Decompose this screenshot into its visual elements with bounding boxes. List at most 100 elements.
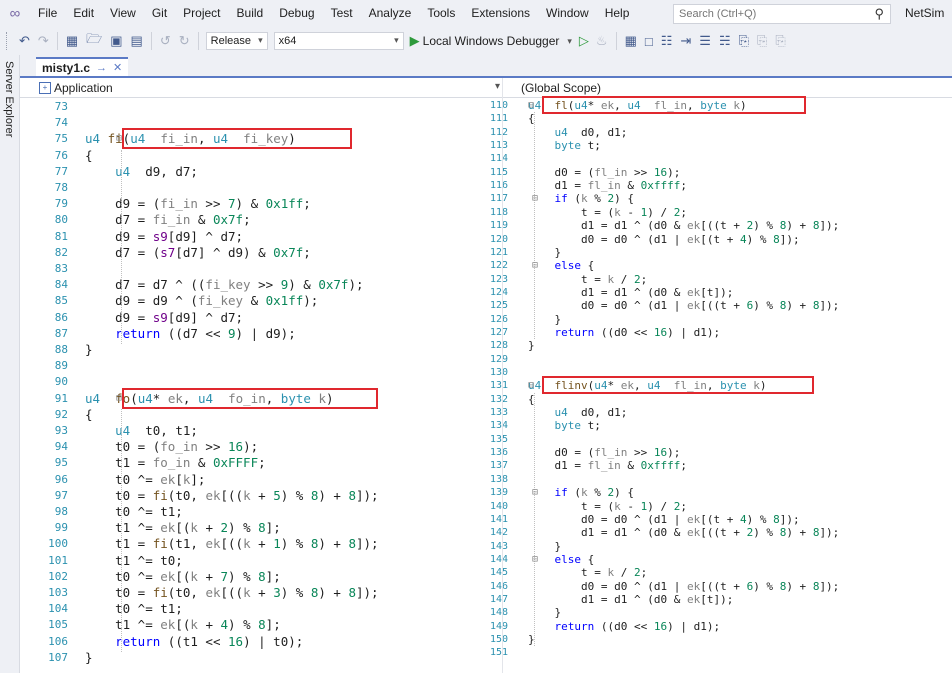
code-line[interactable]: 133 u4 d0, d1; xyxy=(478,406,948,419)
code-line[interactable]: 138 xyxy=(478,473,948,486)
menu-help[interactable]: Help xyxy=(597,0,638,27)
code-line[interactable]: 83 xyxy=(32,261,502,277)
code-line[interactable]: 103 t0 = fi(t0, ek[((k + 3) % 8) + 8]); xyxy=(32,585,502,601)
bookmark-prev-icon[interactable]: ⎘ xyxy=(753,33,771,49)
code-line[interactable]: 126 } xyxy=(478,313,948,326)
code-line[interactable]: 134 byte t; xyxy=(478,419,948,432)
menu-test[interactable]: Test xyxy=(323,0,361,27)
code-line[interactable]: 145 t = k / 2; xyxy=(478,566,948,579)
menu-edit[interactable]: Edit xyxy=(65,0,102,27)
code-text[interactable]: t = k / 2; xyxy=(528,273,647,286)
code-text[interactable]: if (k % 2) { xyxy=(528,486,635,499)
code-text[interactable]: t1 ^= t0; xyxy=(85,553,183,569)
collapse-icon[interactable]: ⊟ xyxy=(532,193,538,204)
code-line[interactable]: 127 return ((d0 << 16) | d1); xyxy=(478,326,948,339)
code-text[interactable]: d1 = d1 ^ (d0 & ek[((t + 2) % 8) + 8]); xyxy=(528,219,839,232)
undo-icon[interactable]: ↺ xyxy=(156,33,175,49)
collapse-icon[interactable]: ⊟ xyxy=(528,380,534,391)
code-line[interactable]: 95 t1 = fo_in & 0xFFFF; xyxy=(32,455,502,471)
code-line[interactable]: 137 d1 = fl_in & 0xffff; xyxy=(478,459,948,472)
menu-project[interactable]: Project xyxy=(175,0,228,27)
menu-view[interactable]: View xyxy=(102,0,144,27)
code-text[interactable]: d1 = d1 ^ (d0 & ek[t]); xyxy=(528,286,733,299)
code-text[interactable]: byte t; xyxy=(528,139,601,152)
code-line[interactable]: 76 { xyxy=(32,148,502,164)
code-line[interactable]: 80 d7 = fi_in & 0x7f; xyxy=(32,212,502,228)
format-document-icon[interactable]: ☷ xyxy=(657,33,677,49)
code-line[interactable]: 116 d1 = fl_in & 0xffff; xyxy=(478,179,948,192)
code-line[interactable]: 128} xyxy=(478,339,948,352)
save-all-icon[interactable]: ▤ xyxy=(127,33,147,49)
code-line[interactable]: 143 } xyxy=(478,540,948,553)
menu-build[interactable]: Build xyxy=(229,0,272,27)
code-text[interactable]: t1 ^= ek[(k + 4) % 8]; xyxy=(85,617,281,633)
code-line[interactable]: 86 d9 = s9[d9] ^ d7; xyxy=(32,310,502,326)
code-text[interactable]: if (k % 2) { xyxy=(528,192,635,205)
code-line[interactable]: 97 t0 = fi(t0, ek[((k + 5) % 8) + 8]); xyxy=(32,488,502,504)
code-line[interactable]: 139 if (k % 2) { xyxy=(478,486,948,499)
code-text[interactable]: t0 = fi(t0, ek[((k + 5) % 8) + 8]); xyxy=(85,488,378,504)
code-line[interactable]: 115 d0 = (fl_in >> 16); xyxy=(478,166,948,179)
save-icon[interactable]: ▣ xyxy=(106,33,126,49)
project-scope-dropdown[interactable]: + Application xyxy=(39,81,113,95)
redo-icon[interactable]: ↻ xyxy=(175,33,194,49)
menu-tools[interactable]: Tools xyxy=(419,0,463,27)
code-line[interactable]: 148 } xyxy=(478,606,948,619)
server-explorer-strip[interactable]: Server Explorer xyxy=(0,55,20,673)
code-text[interactable]: d9 = d9 ^ (fi_key & 0x1ff); xyxy=(85,293,318,309)
code-text[interactable]: } xyxy=(528,339,535,352)
open-file-icon[interactable]: 🗁 xyxy=(82,30,106,52)
code-line[interactable]: 78 xyxy=(32,180,502,196)
code-text[interactable]: d7 = fi_in & 0x7f; xyxy=(85,212,251,228)
code-line[interactable]: 98 t0 ^= t1; xyxy=(32,504,502,520)
code-line[interactable]: 100 t1 = fi(t1, ek[((k + 1) % 8) + 8]); xyxy=(32,536,502,552)
code-line[interactable]: 119 d1 = d1 ^ (d0 & ek[((t + 2) % 8) + 8… xyxy=(478,219,948,232)
code-line[interactable]: 101 t1 ^= t0; xyxy=(32,553,502,569)
start-without-debugging-icon[interactable]: ▷ xyxy=(576,33,592,49)
code-text[interactable]: u4 d0, d1; xyxy=(528,126,628,139)
chevron-down-icon[interactable]: ▾ xyxy=(495,81,500,92)
code-line[interactable]: 107} xyxy=(32,650,502,666)
code-text[interactable]: t1 = fi(t1, ek[((k + 1) % 8) + 8]); xyxy=(85,536,378,552)
code-text[interactable]: return ((d0 << 16) | d1); xyxy=(528,620,721,633)
code-line[interactable]: 146 d0 = d0 ^ (d1 | ek[((t + 6) % 8) + 8… xyxy=(478,580,948,593)
code-line[interactable]: 141 d0 = d0 ^ (d1 | ek[(t + 4) % 8]); xyxy=(478,513,948,526)
code-text[interactable]: t0 ^= t1; xyxy=(85,504,183,520)
code-text[interactable]: d0 = d0 ^ (d1 | ek[((t + 6) % 8) + 8]); xyxy=(528,580,839,593)
uncomment-icon[interactable]: ☵ xyxy=(715,33,735,49)
code-line[interactable]: 106 return ((t1 << 16) | t0); xyxy=(32,634,502,650)
code-text[interactable]: u4 d9, d7; xyxy=(85,164,198,180)
menu-analyze[interactable]: Analyze xyxy=(361,0,420,27)
platform-dropdown[interactable]: x64 ▾ xyxy=(273,32,404,50)
code-line[interactable]: 73 xyxy=(32,99,502,115)
code-line[interactable]: 112 u4 d0, d1; xyxy=(478,126,948,139)
start-debugging-icon[interactable]: ▶ xyxy=(407,33,423,49)
code-line[interactable]: 77 u4 d9, d7; xyxy=(32,164,502,180)
debugger-label[interactable]: Local Windows Debugger xyxy=(423,34,564,48)
code-line[interactable]: 147 d1 = d1 ^ (d0 & ek[t]); xyxy=(478,593,948,606)
code-line[interactable]: 114 xyxy=(478,152,948,165)
code-text[interactable]: d9 = s9[d9] ^ d7; xyxy=(85,310,243,326)
code-text[interactable]: u4 t0, t1; xyxy=(85,423,198,439)
search-icon[interactable]: ⚲ xyxy=(874,6,884,22)
code-line[interactable]: 79 d9 = (fi_in >> 7) & 0x1ff; xyxy=(32,196,502,212)
code-text[interactable]: d7 = d7 ^ ((fi_key >> 9) & 0x7f); xyxy=(85,277,363,293)
code-text[interactable]: return ((t1 << 16) | t0); xyxy=(85,634,303,650)
code-text[interactable]: d1 = d1 ^ (d0 & ek[((t + 2) % 8) + 8]); xyxy=(528,526,839,539)
code-text[interactable]: d1 = fl_in & 0xffff; xyxy=(528,459,687,472)
code-line[interactable]: 144 else { xyxy=(478,553,948,566)
code-line[interactable]: 120 d0 = d0 ^ (d1 | ek[(t + 4) % 8]); xyxy=(478,233,948,246)
search-input[interactable] xyxy=(674,7,861,21)
code-text[interactable]: d9 = (fi_in >> 7) & 0x1ff; xyxy=(85,196,311,212)
code-line[interactable]: 135 xyxy=(478,433,948,446)
code-line[interactable]: 129 xyxy=(478,353,948,366)
navigate-forward-icon[interactable]: ↷ xyxy=(34,33,53,49)
code-text[interactable]: d1 = fl_in & 0xffff; xyxy=(528,179,687,192)
code-line[interactable]: 105 t1 ^= ek[(k + 4) % 8]; xyxy=(32,617,502,633)
code-line[interactable]: 89 xyxy=(32,358,502,374)
hot-reload-icon[interactable]: ♨ xyxy=(592,33,612,49)
code-line[interactable]: 87 return ((d7 << 9) | d9); xyxy=(32,326,502,342)
navigate-back-icon[interactable]: ↶ xyxy=(15,33,34,49)
code-text[interactable]: t0 ^= t1; xyxy=(85,601,183,617)
code-line[interactable]: 118 t = (k - 1) / 2; xyxy=(478,206,948,219)
